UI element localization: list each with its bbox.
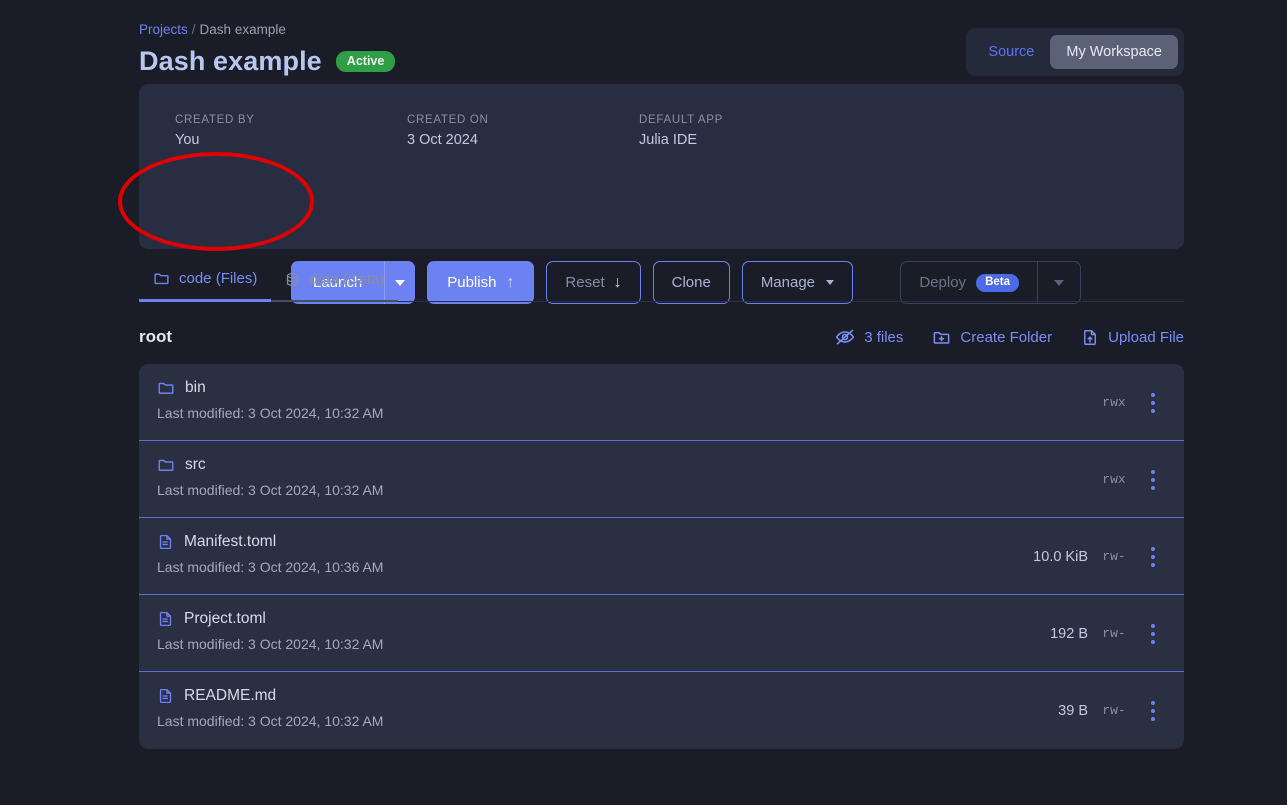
upload-file-button[interactable]: Upload File (1081, 328, 1184, 347)
file-icon (157, 533, 174, 551)
project-info-card: CREATED BY You CREATED ON 3 Oct 2024 DEF… (139, 84, 1184, 304)
file-row-meta: 10.0 KiB rw- (996, 542, 1166, 572)
file-row-meta: rwx (996, 388, 1166, 418)
create-folder-button[interactable]: Create Folder (932, 328, 1052, 347)
file-name: README.md (184, 687, 277, 704)
breadcrumb-separator: / (191, 22, 196, 37)
app-root: Projects / Dash example Dash example Activ… (0, 0, 1287, 805)
metadata-created-on: CREATED ON 3 Oct 2024 (407, 113, 639, 150)
tab-label: data (Data) (309, 270, 385, 288)
metadata-default-app: DEFAULT APP Julia IDE (639, 113, 871, 150)
tab-code-files[interactable]: code (Files) (139, 268, 272, 302)
tabs-filler (398, 268, 1184, 302)
file-upload-icon (1081, 328, 1099, 347)
row-menu-button[interactable] (1140, 465, 1166, 495)
table-row[interactable]: README.md Last modified: 3 Oct 2024, 10:… (139, 672, 1184, 749)
file-size: 10.0 KiB (1033, 549, 1088, 565)
tab-data[interactable]: data (Data) (271, 268, 399, 302)
toggle-option-my-workspace[interactable]: My Workspace (1050, 35, 1178, 69)
toggle-option-source[interactable]: Source (972, 35, 1050, 69)
folder-plus-icon (932, 328, 951, 347)
folder-icon (157, 379, 175, 397)
file-toolbar: root 3 files Create Folder Upload File (139, 318, 1184, 356)
file-row-meta: 192 B rw- (996, 619, 1166, 649)
current-directory: root (139, 327, 173, 346)
eye-off-icon (835, 327, 855, 347)
metadata-label: CREATED ON (407, 114, 489, 126)
row-menu-button[interactable] (1140, 696, 1166, 726)
file-size: 39 B (1058, 703, 1088, 719)
database-icon (285, 271, 300, 288)
file-permissions: rw- (1102, 626, 1126, 641)
file-size: 192 B (1050, 626, 1088, 642)
metadata-created-by: CREATED BY You (175, 113, 407, 150)
table-row[interactable]: bin Last modified: 3 Oct 2024, 10:32 AM … (139, 364, 1184, 441)
file-permissions: rw- (1102, 549, 1126, 564)
create-folder-label: Create Folder (960, 328, 1053, 346)
tab-label: code (Files) (179, 270, 258, 287)
row-menu-button[interactable] (1140, 542, 1166, 572)
hidden-files-label: 3 files (864, 328, 904, 346)
table-row[interactable]: Manifest.toml Last modified: 3 Oct 2024,… (139, 518, 1184, 595)
page-title: Dash example (139, 46, 322, 76)
file-list: bin Last modified: 3 Oct 2024, 10:32 AM … (139, 364, 1184, 749)
metadata-label: CREATED BY (175, 114, 255, 126)
file-name: Manifest.toml (184, 533, 277, 550)
file-permissions: rw- (1102, 703, 1126, 718)
file-icon (157, 610, 174, 628)
file-name: Project.toml (184, 610, 266, 627)
toolbar-actions: 3 files Create Folder Upload File (835, 327, 1184, 347)
breadcrumb-current: Dash example (199, 22, 286, 37)
upload-file-label: Upload File (1108, 328, 1184, 346)
file-name: src (185, 456, 206, 473)
file-permissions: rwx (1102, 472, 1126, 487)
row-menu-button[interactable] (1140, 388, 1166, 418)
metadata-value: You (175, 132, 200, 148)
content-tabs: code (Files) data (Data) (139, 268, 1184, 302)
file-row-meta: 39 B rw- (996, 696, 1166, 726)
table-row[interactable]: Project.toml Last modified: 3 Oct 2024, … (139, 595, 1184, 672)
breadcrumb-link-projects[interactable]: Projects (139, 22, 188, 37)
file-row-meta: rwx (996, 465, 1166, 495)
file-icon (157, 687, 174, 705)
workspace-toggle[interactable]: Source My Workspace (966, 28, 1184, 76)
file-permissions: rwx (1102, 395, 1126, 410)
metadata-value: Julia IDE (639, 132, 698, 148)
folder-icon (153, 270, 170, 287)
metadata-label: DEFAULT APP (639, 114, 723, 126)
hidden-files-indicator[interactable]: 3 files (835, 327, 903, 347)
table-row[interactable]: src Last modified: 3 Oct 2024, 10:32 AM … (139, 441, 1184, 518)
metadata-value: 3 Oct 2024 (407, 132, 478, 148)
row-menu-button[interactable] (1140, 619, 1166, 649)
metadata-row: CREATED BY You CREATED ON 3 Oct 2024 DEF… (175, 113, 871, 150)
folder-icon (157, 456, 175, 474)
file-name: bin (185, 379, 206, 396)
status-badge: Active (335, 50, 396, 72)
